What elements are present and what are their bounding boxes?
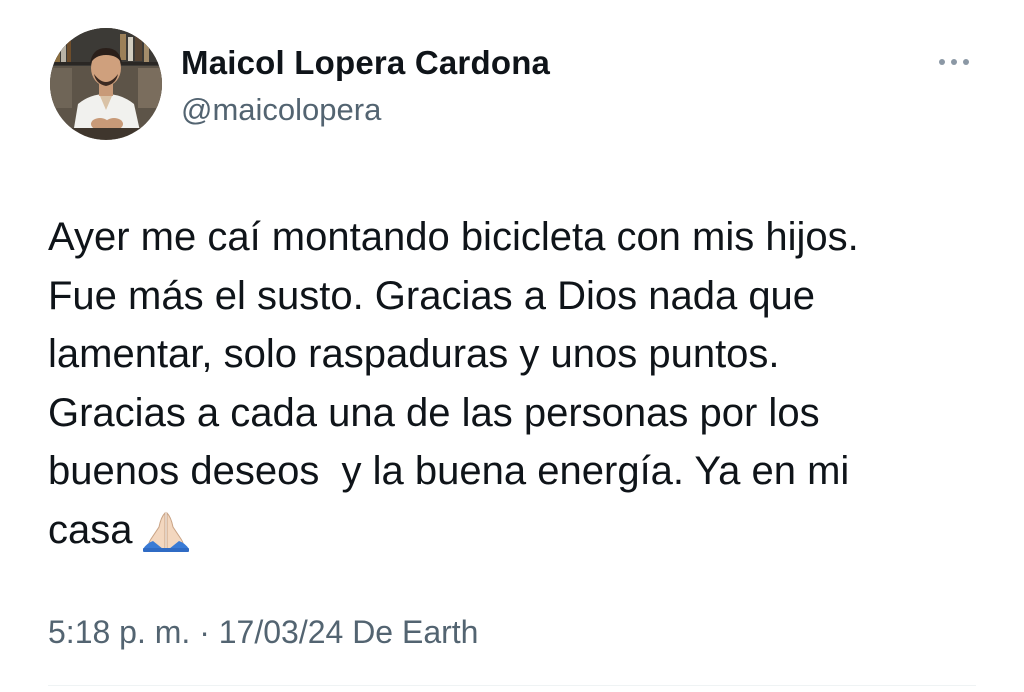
profile-photo [50, 28, 162, 140]
meta-separator: · [199, 614, 210, 650]
tweet-text: Ayer me caí montando bicicleta con mis h… [48, 208, 988, 569]
author-display-name[interactable]: Maicol Lopera Cardona [181, 44, 550, 82]
tweet-line: lamentar, solo raspaduras y unos puntos. [48, 332, 780, 376]
more-horizontal-icon [939, 59, 969, 65]
tweet-card: Maicol Lopera Cardona @maicolopera Ayer … [0, 0, 1024, 692]
tweet-line: casa [48, 507, 133, 552]
tweet-meta: 5:18 p. m. · 17/03/24 De Earth [48, 614, 478, 651]
folded-hands-icon [139, 509, 193, 570]
tweet-line: Fue más el susto. Gracias a Dios nada qu… [48, 273, 816, 318]
tweet-line: Ayer me caí montando bicicleta con mis h… [48, 215, 859, 259]
tweet-source: De Earth [352, 614, 479, 650]
tweet-time[interactable]: 5:18 p. m. [48, 614, 190, 651]
tweet-date[interactable]: 17/03/24 [219, 614, 344, 651]
tweet-line: Gracias a cada una de las personas por l… [48, 390, 820, 435]
more-options-button[interactable] [930, 46, 978, 78]
divider [48, 685, 976, 686]
author-handle[interactable]: @maicolopera [181, 92, 381, 128]
tweet-line: buenos deseos y la buena energía. Ya en … [48, 449, 850, 493]
author-avatar[interactable] [50, 28, 162, 140]
